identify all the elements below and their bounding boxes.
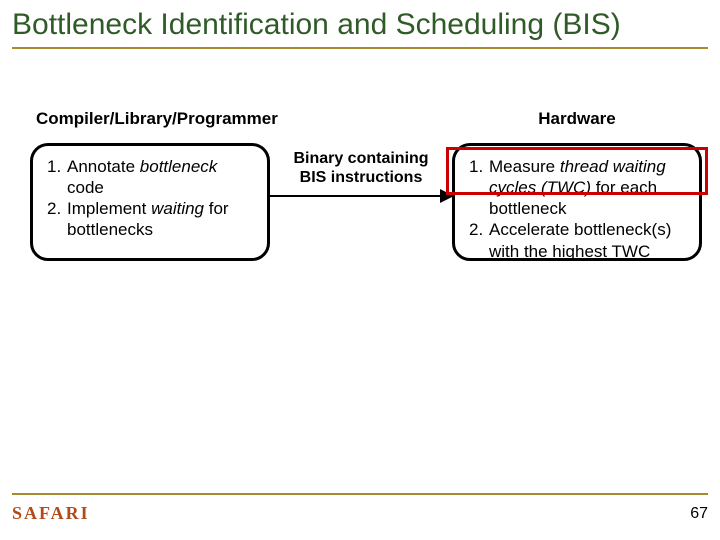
page-number: 67 <box>690 505 708 523</box>
box-hardware-list: 1. Measure thread waiting cycles (TWC) f… <box>469 156 689 262</box>
list-text: Implement waiting for bottlenecks <box>67 198 257 241</box>
box-compiler-list: 1. Annotate bottleneck code 2. Implement… <box>47 156 257 241</box>
box-compiler: 1. Annotate bottleneck code 2. Implement… <box>30 143 270 261</box>
arrow-label-line2: BIS instructions <box>300 169 423 186</box>
footer: SAFARI 67 <box>12 493 708 524</box>
list-num: 2. <box>469 219 489 262</box>
list-text: Annotate bottleneck code <box>67 156 257 199</box>
footer-rule <box>12 493 708 495</box>
list-item: 2. Accelerate bottleneck(s) with the hig… <box>469 219 689 262</box>
list-item: 2. Implement waiting for bottlenecks <box>47 198 257 241</box>
arrow-icon <box>270 195 452 197</box>
logo-safari: SAFARI <box>12 503 90 524</box>
footer-row: SAFARI 67 <box>12 503 708 524</box>
box-hardware: 1. Measure thread waiting cycles (TWC) f… <box>452 143 702 261</box>
list-num: 2. <box>47 198 67 241</box>
arrow-label: Binary containing BIS instructions <box>276 149 446 187</box>
list-text: Measure thread waiting cycles (TWC) for … <box>489 156 689 220</box>
list-text: Accelerate bottleneck(s) with the highes… <box>489 219 689 262</box>
arrow-label-line1: Binary containing <box>293 150 428 167</box>
column-label-right: Hardware <box>492 109 662 129</box>
list-num: 1. <box>469 156 489 220</box>
list-num: 1. <box>47 156 67 199</box>
slide-title: Bottleneck Identification and Scheduling… <box>12 8 708 43</box>
list-item: 1. Measure thread waiting cycles (TWC) f… <box>469 156 689 220</box>
list-item: 1. Annotate bottleneck code <box>47 156 257 199</box>
slide: Bottleneck Identification and Scheduling… <box>0 0 720 540</box>
diagram: Compiler/Library/Programmer Hardware 1. … <box>12 109 708 299</box>
column-label-left: Compiler/Library/Programmer <box>36 109 276 129</box>
title-rule <box>12 47 708 49</box>
